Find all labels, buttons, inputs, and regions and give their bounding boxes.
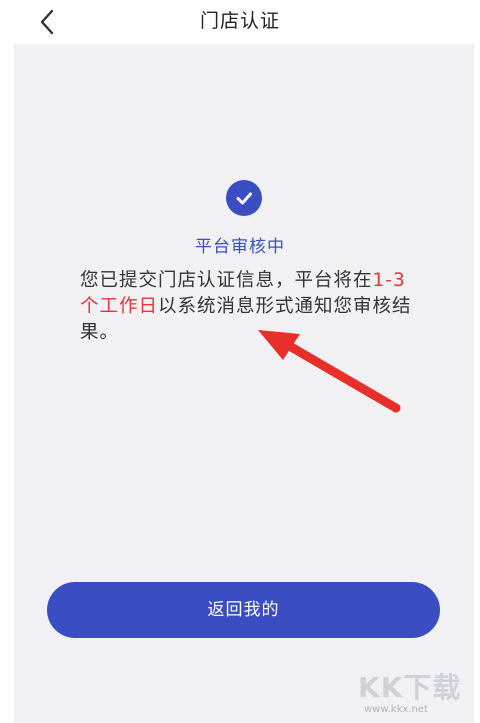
watermark-logo: KK下载 (358, 671, 462, 704)
watermark: KK下载 www.kkx.net (358, 666, 468, 720)
message-text-part1: 您已提交门店认证信息，平台将在 (80, 270, 373, 291)
check-circle-icon (226, 180, 262, 216)
header: 门店认证 (0, 0, 480, 44)
page-title: 门店认证 (199, 10, 280, 32)
annotation-arrow-icon (258, 330, 401, 413)
status-text: 平台审核中 (195, 237, 285, 257)
back-to-mine-button[interactable]: 返回我的 (47, 582, 440, 638)
watermark-url: www.kkx.net (364, 704, 428, 715)
